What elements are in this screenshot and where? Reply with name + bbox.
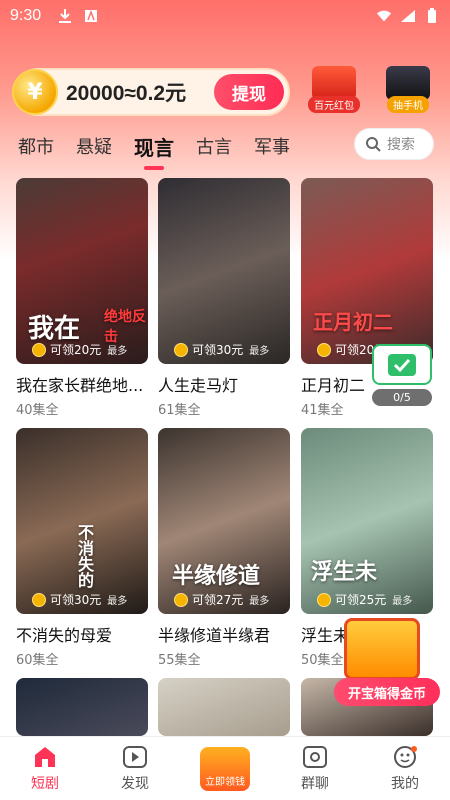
drama-title: 半缘修道半缘君 [158,626,271,645]
coin-icon [32,592,46,607]
drama-card[interactable] [158,678,290,736]
category-tabs: 都市 悬疑 现言 古言 军事 [18,128,312,164]
red-packet-icon [312,66,356,100]
coin-balance-bar: ¥ 20000≈0.2元 提现 [12,68,290,116]
drama-poster[interactable] [16,678,148,736]
profile-icon [394,745,417,768]
battery-icon [424,8,440,24]
tab-guyan[interactable]: 古言 [196,133,232,159]
drama-card[interactable]: 我在 绝地反击 可领20元 最多 我在家长群绝地... 40集全 [16,178,148,418]
coin-icon [317,342,331,357]
signal-icon [400,8,416,24]
checkin-widget[interactable]: 0/5 [372,344,432,406]
drama-title: 不消失的母爱 [16,626,113,645]
drama-poster[interactable]: 正月初二 可领20元 最多 [301,178,433,364]
search-icon [366,137,381,152]
treasure-chest-icon[interactable] [344,618,420,680]
tab-xianyan[interactable]: 现言 [134,132,174,161]
phone-icon [386,66,430,100]
drama-episodes: 61集全 [158,403,201,418]
wifi-icon [376,8,392,24]
drama-poster[interactable]: 我在 绝地反击 可领20元 最多 [16,178,148,364]
drama-poster[interactable]: 不消失的 可领30元 最多 [16,428,148,614]
chat-icon [303,745,327,768]
withdraw-button[interactable]: 提现 [214,74,284,110]
checkin-progress: 0/5 [372,389,432,406]
drama-card[interactable] [16,678,148,736]
coin-icon [317,592,331,607]
tab-xuanyi[interactable]: 悬疑 [76,133,112,159]
coin-icon [174,342,188,357]
treasure-button[interactable]: 开宝箱得金币 [334,678,440,706]
phone-lottery-promo[interactable]: 抽手机 [376,66,440,116]
drama-title: 我在家长群绝地... [16,376,144,395]
nav-item-lingqian[interactable]: 立即领钱 [180,737,270,800]
reward-badge: 可领30元 最多 [174,341,269,358]
red-packet-promo[interactable]: 百元红包 [302,66,366,116]
checkin-icon [372,344,432,386]
drama-title: 人生走马灯 [158,376,239,395]
search-input[interactable]: 搜索 [354,128,434,160]
reward-badge: 可领30元 最多 [32,591,127,608]
tab-dushi[interactable]: 都市 [18,133,54,159]
reward-badge: 可领27元 最多 [174,591,269,608]
nav-item-wode[interactable]: 我的 [360,737,450,800]
search-placeholder: 搜索 [387,137,415,153]
drama-episodes: 60集全 [16,653,59,668]
drama-poster[interactable]: 可领30元 最多 [158,178,290,364]
gift-icon: 立即领钱 [200,746,250,791]
nav-item-qunliao[interactable]: 群聊 [270,737,360,800]
drama-card[interactable]: 可领30元 最多 人生走马灯 61集全 [158,178,290,418]
status-time: 9:30 [10,7,42,24]
nav-item-faxian[interactable]: 发现 [90,737,180,800]
coin-icon [32,342,46,357]
drama-card[interactable]: 不消失的 可领30元 最多 不消失的母爱 60集全 [16,428,148,668]
coin-amount: 20000≈0.2元 [66,82,187,105]
download-icon [57,8,73,24]
reward-badge: 可领25元 最多 [317,591,412,608]
drama-poster[interactable] [158,678,290,736]
reward-badge: 可领20元 最多 [32,341,127,358]
play-icon [123,745,147,768]
status-bar: 9:30 [0,0,450,32]
drama-poster[interactable]: 浮生未 可领25元 最多 [301,428,433,614]
bottom-nav: 短剧 发现 立即领钱 群聊 我的 [0,736,450,800]
nav-item-duanju[interactable]: 短剧 [0,737,90,800]
drama-poster[interactable]: 半缘修道 可领27元 最多 [158,428,290,614]
drama-episodes: 55集全 [158,653,201,668]
coin-icon [174,592,188,607]
tab-junshi[interactable]: 军事 [254,133,290,159]
home-icon [35,746,55,767]
drama-card[interactable]: 半缘修道 可领27元 最多 半缘修道半缘君 55集全 [158,428,290,668]
app-notification-icon [83,8,99,24]
drama-episodes: 40集全 [16,403,59,418]
coin-icon: ¥ [12,69,58,115]
